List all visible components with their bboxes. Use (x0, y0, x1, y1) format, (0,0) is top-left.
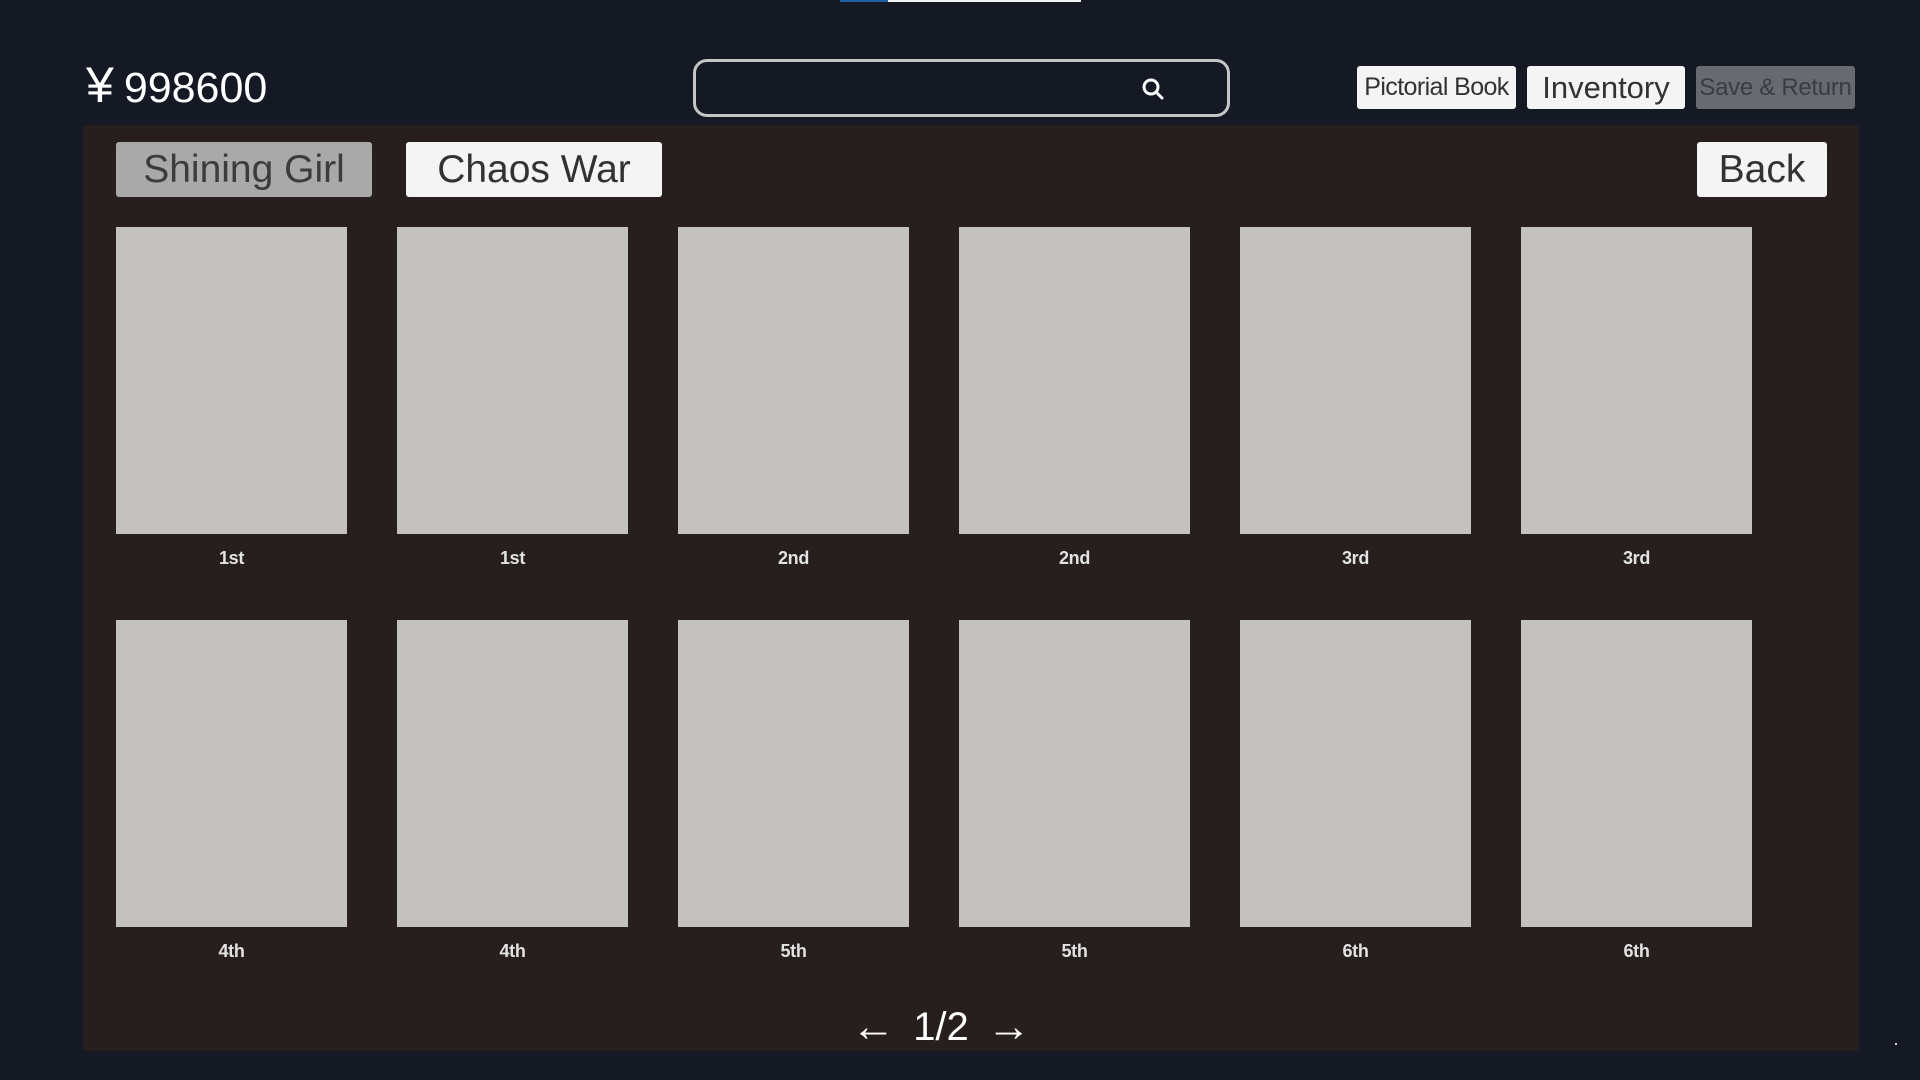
currency-display: ¥ 998600 (86, 60, 267, 113)
card-slot[interactable]: 5th (959, 620, 1190, 962)
card-thumbnail[interactable] (1240, 227, 1471, 534)
currency-amount: 998600 (123, 64, 268, 112)
card-slot[interactable]: 4th (116, 620, 347, 962)
card-label: 3rd (1341, 548, 1370, 568)
card-thumbnail[interactable] (1521, 227, 1752, 534)
yen-icon: ¥ (86, 57, 114, 113)
card-slot[interactable]: 2nd (959, 227, 1190, 569)
card-label: 4th (218, 941, 245, 961)
pictorial-book-button[interactable]: Pictorial Book (1357, 66, 1516, 109)
pager: ← 1/2 → (83, 1003, 1859, 1051)
top-progress-strip (840, 0, 1081, 2)
collection-panel: Shining Girl Chaos War Back 1st 1st 2nd 2nd… (83, 125, 1859, 1051)
card-label: 5th (1061, 941, 1088, 961)
card-thumbnail[interactable] (397, 227, 628, 534)
card-label: 5th (780, 941, 807, 961)
card-slot[interactable]: 2nd (678, 227, 909, 569)
card-thumbnail[interactable] (959, 620, 1190, 927)
card-slot[interactable]: 1st (397, 227, 628, 569)
card-label: 2nd (777, 548, 810, 568)
back-button[interactable]: Back (1697, 142, 1827, 197)
card-thumbnail[interactable] (1521, 620, 1752, 927)
save-return-button[interactable]: Save & Return (1696, 66, 1855, 109)
card-slot[interactable]: 6th (1521, 620, 1752, 962)
card-label: 6th (1342, 941, 1369, 961)
search-icon[interactable] (1140, 76, 1166, 102)
card-label: 1st (218, 548, 245, 568)
search-box[interactable] (693, 59, 1230, 117)
card-slot[interactable]: 6th (1240, 620, 1471, 962)
card-slot[interactable]: 5th (678, 620, 909, 962)
card-label: 2nd (1058, 548, 1091, 568)
card-thumbnail[interactable] (678, 227, 909, 534)
card-label: 3rd (1622, 548, 1651, 568)
inventory-button[interactable]: Inventory (1527, 66, 1685, 109)
card-slot[interactable]: 3rd (1521, 227, 1752, 569)
card-thumbnail[interactable] (959, 227, 1190, 534)
search-input[interactable] (712, 70, 1136, 108)
top-progress-fill (840, 0, 889, 2)
card-thumbnail[interactable] (1240, 620, 1471, 927)
tab-chaos-war[interactable]: Chaos War (406, 142, 662, 197)
card-slot[interactable]: 1st (116, 227, 347, 569)
card-label: 1st (499, 548, 526, 568)
tab-shining-girl[interactable]: Shining Girl (116, 142, 372, 197)
prev-page-arrow-icon[interactable]: ← (851, 1005, 895, 1049)
card-thumbnail[interactable] (678, 620, 909, 927)
card-label: 6th (1623, 941, 1650, 961)
page-indicator: 1/2 (913, 1004, 969, 1049)
card-thumbnail[interactable] (397, 620, 628, 927)
corner-marker (1895, 1043, 1897, 1045)
card-label: 4th (499, 941, 526, 961)
card-slot[interactable]: 4th (397, 620, 628, 962)
card-thumbnail[interactable] (116, 227, 347, 534)
card-thumbnail[interactable] (116, 620, 347, 927)
card-slot[interactable]: 3rd (1240, 227, 1471, 569)
next-page-arrow-icon[interactable]: → (987, 1005, 1031, 1049)
